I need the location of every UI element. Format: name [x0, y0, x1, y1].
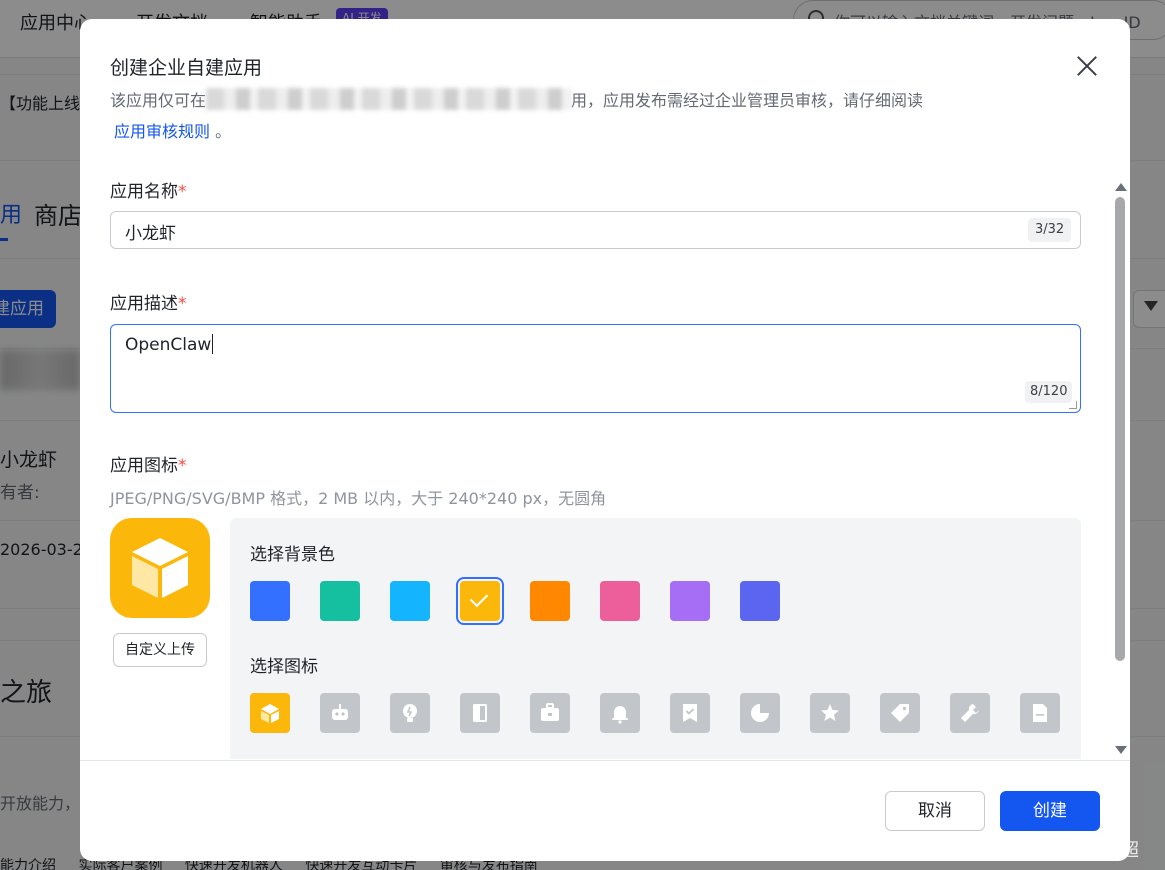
color-swatch-sky[interactable] — [390, 581, 430, 621]
icon-picker-panel: 选择背景色 选择图标 — [230, 518, 1081, 759]
color-swatch-orange[interactable] — [530, 581, 570, 621]
icon-format-hint: JPEG/PNG/SVG/BMP 格式，2 MB 以内，大于 240*240 p… — [110, 489, 607, 508]
app-desc-textarea[interactable]: OpenClaw 8/120 — [110, 324, 1081, 413]
cube-icon — [261, 704, 279, 723]
icon-option-bell[interactable] — [600, 693, 640, 733]
app-name-label: 应用名称* — [110, 177, 187, 202]
text-caret — [212, 334, 214, 354]
desc-prefix: 该应用仅可在 — [110, 91, 207, 110]
cube-icon — [132, 538, 188, 598]
icon-option-pie-chart[interactable] — [740, 693, 780, 733]
footer-divider — [80, 760, 1130, 761]
icon-option-lightbulb[interactable] — [390, 693, 430, 733]
dialog-description: 该应用仅可在 用，应用发布需经过企业管理员审核，请仔细阅读 — [110, 87, 923, 111]
create-app-dialog: 创建企业自建应用 该应用仅可在 用，应用发布需经过企业管理员审核，请仔细阅读 应用… — [80, 19, 1130, 861]
bell-icon — [612, 706, 628, 724]
icon-preview — [110, 518, 210, 618]
icon-choice-label: 选择图标 — [250, 657, 318, 677]
app-desc-value[interactable]: OpenClaw — [125, 335, 211, 355]
check-icon — [469, 588, 489, 608]
app-name-input[interactable]: 小龙虾 3/32 — [110, 211, 1081, 249]
app-icon-label-text: 应用图标 — [110, 456, 178, 476]
scroll-up-arrow[interactable] — [1115, 183, 1127, 191]
custom-upload-button[interactable]: 自定义上传 — [113, 633, 207, 667]
briefcase-icon — [541, 703, 559, 721]
door-icon — [473, 704, 487, 722]
icon-option-tag[interactable] — [880, 693, 920, 733]
watermark: CSDN @小毕超 — [1010, 840, 1140, 861]
dialog-form: 应用名称* 小龙虾 3/32 应用描述* OpenClaw 8/120 应用图标… — [80, 167, 1130, 759]
color-swatch-purple[interactable] — [670, 581, 710, 621]
icon-option-door[interactable] — [460, 693, 500, 733]
robot-icon — [332, 704, 348, 720]
desc-end: 。 — [215, 122, 232, 141]
bookmark-check-icon — [683, 704, 697, 722]
close-icon[interactable] — [1072, 51, 1102, 81]
icon-option-cube[interactable] — [250, 693, 290, 733]
app-desc-label: 应用描述* — [110, 289, 187, 314]
icon-option-star[interactable] — [810, 693, 850, 733]
resize-handle[interactable] — [1069, 401, 1077, 409]
create-button[interactable]: 创建 — [1000, 791, 1100, 831]
scrollbar-thumb[interactable] — [1115, 197, 1125, 661]
scroll-down-arrow[interactable] — [1115, 746, 1127, 754]
required-mark: * — [178, 456, 187, 476]
icon-option-briefcase[interactable] — [530, 693, 570, 733]
app-desc-label-text: 应用描述 — [110, 294, 178, 314]
color-swatch-blue[interactable] — [250, 581, 290, 621]
icon-option-robot[interactable] — [320, 693, 360, 733]
cancel-button[interactable]: 取消 — [885, 791, 985, 831]
wrench-icon — [961, 704, 979, 722]
desc-link-line: 应用审核规则 。 — [114, 118, 231, 142]
required-mark: * — [178, 182, 187, 202]
desc-char-counter: 8/120 — [1025, 381, 1073, 403]
review-rules-link[interactable]: 应用审核规则 — [114, 122, 210, 141]
lightbulb-icon — [403, 704, 417, 722]
icon-option-document[interactable] — [1020, 693, 1060, 733]
app-name-label-text: 应用名称 — [110, 182, 178, 202]
color-swatch-teal[interactable] — [320, 581, 360, 621]
app-icon-label: 应用图标* — [110, 451, 187, 476]
document-icon — [1033, 704, 1047, 722]
dialog-title: 创建企业自建应用 — [110, 57, 263, 79]
app-desc-value-wrap[interactable]: OpenClaw — [125, 334, 214, 355]
required-mark: * — [178, 294, 187, 314]
color-swatch-pink[interactable] — [600, 581, 640, 621]
name-char-counter: 3/32 — [1028, 218, 1072, 242]
color-swatch-yellow[interactable] — [456, 577, 504, 625]
color-swatch-indigo[interactable] — [740, 581, 780, 621]
desc-suffix: 用，应用发布需经过企业管理员审核，请仔细阅读 — [571, 91, 924, 110]
tag-icon — [891, 704, 909, 722]
redacted-text — [206, 88, 572, 110]
bg-color-label: 选择背景色 — [250, 545, 335, 565]
app-name-value[interactable]: 小龙虾 — [125, 219, 176, 244]
star-icon — [821, 704, 839, 721]
icon-option-wrench[interactable] — [950, 693, 990, 733]
icon-option-bookmark-check[interactable] — [670, 693, 710, 733]
pie-chart-icon — [751, 704, 769, 722]
